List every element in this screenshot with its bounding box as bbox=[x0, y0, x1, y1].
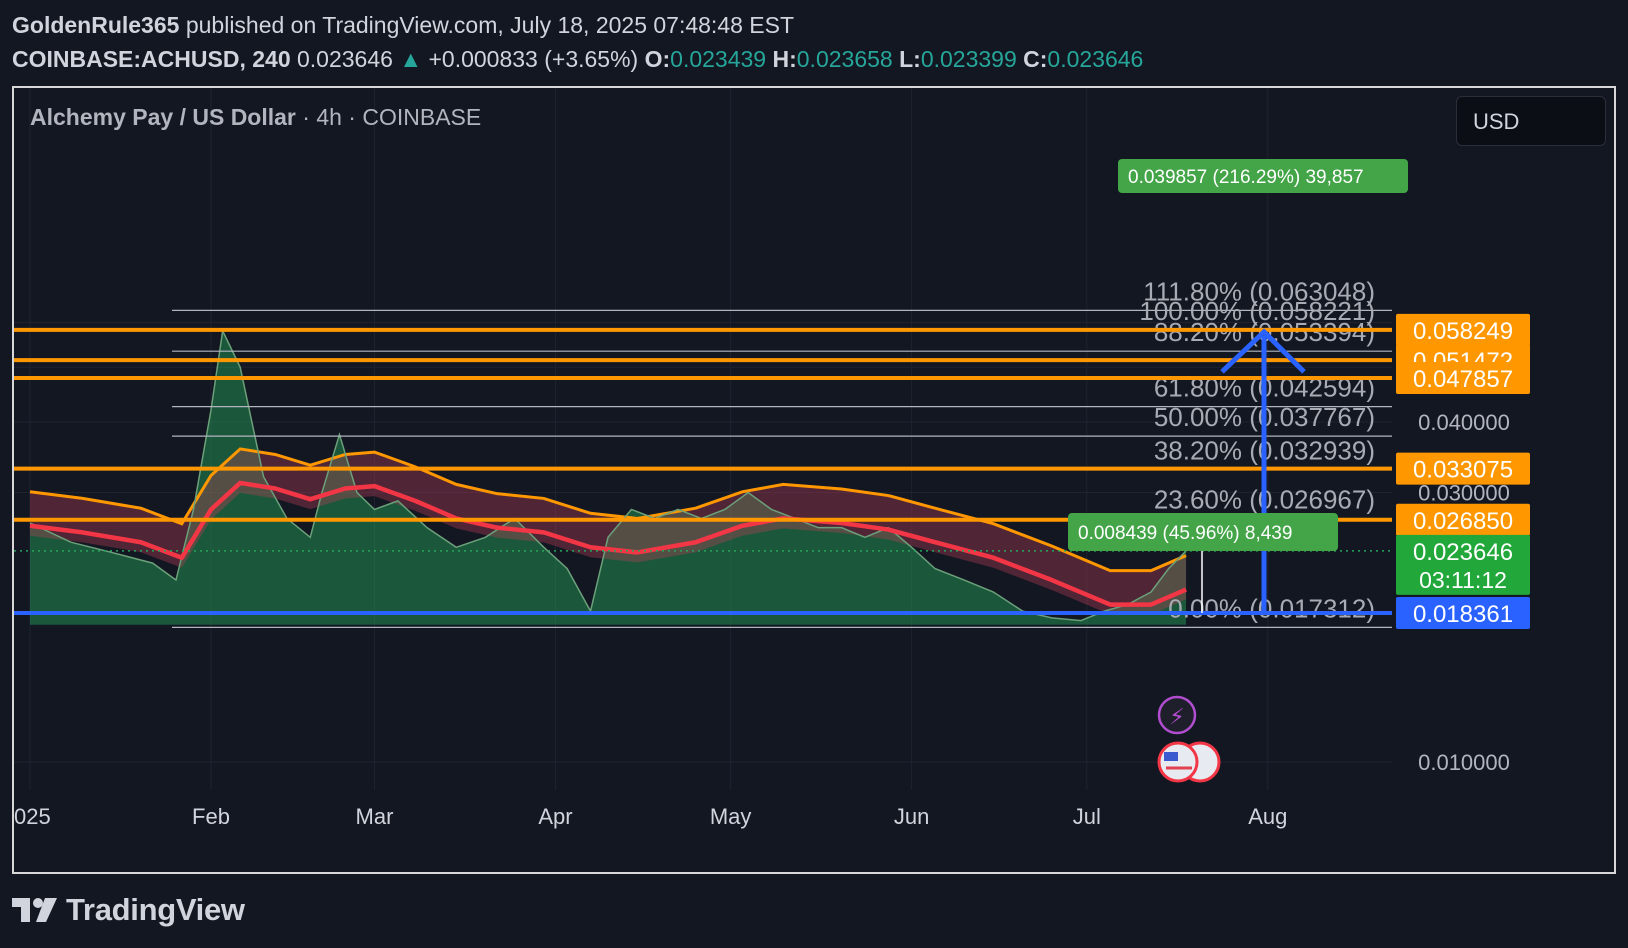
price-area bbox=[30, 330, 1187, 625]
price-level-tag-text: 0.058249 bbox=[1413, 318, 1513, 345]
us-flag-event-icon bbox=[1157, 741, 1199, 783]
x-tick-label: Apr bbox=[538, 804, 572, 829]
y-tick-label: 0.010000 bbox=[1418, 750, 1510, 775]
flag-canton-icon bbox=[1164, 752, 1178, 761]
plot-area: 111.80% (0.063048)100.00% (0.058221)88.2… bbox=[14, 276, 1392, 628]
x-tick-label: Aug bbox=[1248, 804, 1287, 829]
lightning-glyph-icon: ⚡ bbox=[1169, 704, 1184, 729]
x-tick-label: Mar bbox=[356, 804, 394, 829]
x-tick-label: Jul bbox=[1073, 804, 1101, 829]
y-tick-label: 0.040000 bbox=[1418, 410, 1510, 435]
price-level-tag-text: 0.026850 bbox=[1413, 508, 1513, 535]
price-level-tag-text: 0.047857 bbox=[1413, 366, 1513, 393]
x-tick-label: Feb bbox=[192, 804, 230, 829]
currency-selector[interactable]: USD bbox=[1456, 96, 1606, 146]
x-tick-label: Jun bbox=[894, 804, 929, 829]
countdown-text: 03:11:12 bbox=[1419, 567, 1507, 593]
measure-big-label: 0.039857 (216.29%) 39,857 bbox=[1128, 167, 1364, 188]
current-price-text: 0.023646 bbox=[1413, 539, 1513, 566]
chart-title-suffix: · 4h · COINBASE bbox=[295, 104, 482, 130]
price-level-tag-text: 0.033075 bbox=[1413, 457, 1513, 484]
tradingview-brand: TradingView bbox=[66, 892, 245, 927]
footer-logo[interactable]: TradingView bbox=[12, 892, 245, 928]
chart-title: Alchemy Pay / US Dollar · 4h · COINBASE bbox=[30, 104, 481, 131]
x-tick-label: 025 bbox=[14, 804, 51, 829]
price-chart[interactable]: 025FebMarAprMayJunJulAug0.0600000.050000… bbox=[0, 0, 1628, 948]
price-level-tag-text: 0.018361 bbox=[1413, 601, 1513, 628]
fib-level-label: 0.00% (0.017312) bbox=[1168, 593, 1375, 623]
tradingview-logo-icon bbox=[12, 898, 57, 922]
x-tick-label: May bbox=[710, 804, 752, 829]
chart-title-text: Alchemy Pay / US Dollar bbox=[30, 104, 296, 130]
measure-small-label: 0.008439 (45.96%) 8,439 bbox=[1078, 523, 1292, 544]
